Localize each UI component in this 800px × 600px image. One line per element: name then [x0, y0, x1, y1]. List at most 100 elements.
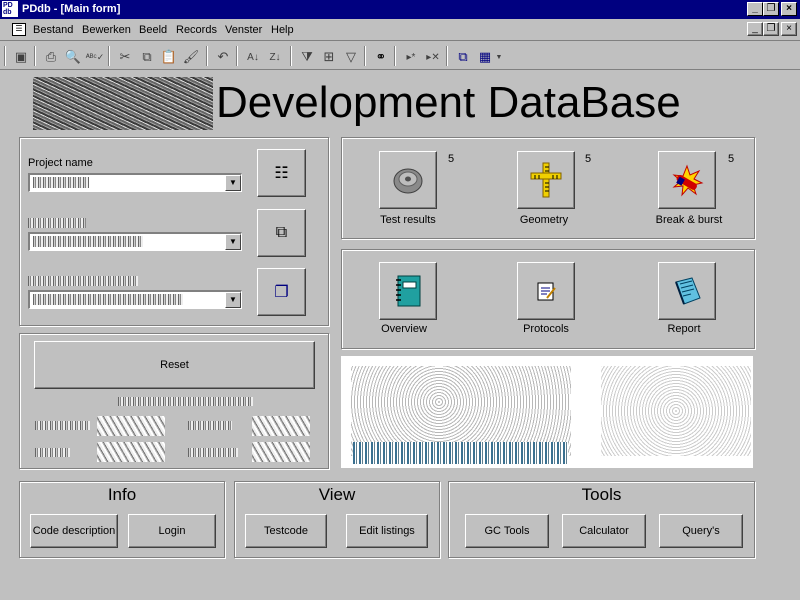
ruler-icon — [530, 162, 562, 198]
filter-by-selection-icon[interactable]: ⧩ — [296, 46, 318, 68]
delete-record-icon[interactable]: ▸✕ — [422, 46, 444, 68]
new-record-icon[interactable]: ▸* — [400, 46, 422, 68]
break-burst-count: 5 — [728, 153, 735, 165]
open-project-button[interactable]: ☷ — [257, 149, 306, 197]
report-button[interactable] — [658, 262, 716, 320]
third-combo[interactable]: ▼ — [28, 290, 242, 309]
menu-records[interactable]: Records — [176, 24, 217, 36]
gc-tools-label: GC Tools — [484, 525, 530, 537]
info-group-title: Info — [107, 485, 137, 504]
redacted-label — [188, 421, 232, 430]
mdi-minimize-button[interactable]: _ — [747, 22, 763, 36]
redacted-caption — [353, 442, 568, 464]
find-binoculars-icon[interactable]: ⚭ — [370, 46, 392, 68]
report-label: Report — [667, 323, 701, 335]
second-combo[interactable]: ▼ — [28, 232, 242, 251]
chevron-down-icon[interactable]: ▼ — [225, 175, 241, 191]
windows-icon: ❐ — [274, 284, 289, 301]
window-title: PDdb - [Main form] — [22, 3, 121, 15]
form-view-icon: ☷ — [274, 165, 289, 182]
protocols-button[interactable] — [517, 262, 575, 320]
testcode-button[interactable]: Testcode — [245, 514, 327, 548]
notebook-icon — [396, 275, 421, 307]
menu-help[interactable]: Help — [271, 24, 294, 36]
format-painter-icon[interactable]: 🖌 — [180, 46, 202, 68]
menu-venster[interactable]: Venster — [225, 24, 262, 36]
windows-button[interactable]: ❐ — [257, 268, 306, 316]
reset-button-label: Reset — [160, 359, 189, 371]
filter-by-form-icon[interactable]: ⊞ — [318, 46, 340, 68]
mdi-restore-button[interactable]: ❐ — [763, 22, 779, 36]
logo-image — [33, 77, 213, 130]
new-object-icon[interactable]: ▦ — [474, 46, 496, 68]
redacted-label — [35, 421, 90, 430]
menu-bestand[interactable]: Bestand — [33, 24, 73, 36]
reset-button[interactable]: Reset — [34, 341, 315, 389]
gc-tools-button[interactable]: GC Tools — [465, 514, 549, 548]
toolbar: ▣ ⎙ 🔍 ᴬᴮᶜ✓ ✂ ⧉ 📋 🖌 ↶ A↓ Z↓ ⧩ ⊞ ▽ ⚭ ▸* ▸✕… — [0, 42, 800, 70]
menu-bewerken[interactable]: Bewerken — [82, 24, 131, 36]
test-results-label: Test results — [380, 214, 436, 226]
save-icon[interactable]: ▣ — [10, 46, 32, 68]
new-object-dropdown-icon[interactable]: ▼ — [494, 46, 504, 68]
undo-icon[interactable]: ↶ — [212, 46, 234, 68]
geometry-button[interactable] — [517, 151, 575, 209]
test-results-button[interactable] — [379, 151, 437, 209]
spelling-icon[interactable]: ᴬᴮᶜ✓ — [84, 46, 106, 68]
edit-listings-label: Edit listings — [359, 525, 415, 537]
login-label: Login — [158, 525, 186, 537]
sort-descending-icon[interactable]: Z↓ — [264, 46, 286, 68]
project-name-combo[interactable]: ▼ — [28, 173, 242, 192]
notepad-icon — [537, 282, 556, 301]
geometry-label: Geometry — [519, 214, 569, 226]
chevron-down-icon[interactable]: ▼ — [225, 234, 241, 250]
redacted-field[interactable] — [97, 442, 165, 462]
redacted-label — [188, 448, 238, 457]
copy-icon[interactable]: ⧉ — [136, 46, 158, 68]
field-label-2 — [28, 218, 86, 228]
copy-records-button[interactable]: ⧉ — [257, 209, 306, 257]
print-preview-icon[interactable]: 🔍 — [62, 46, 84, 68]
title-bar: PD db PDdb - [Main form] _ ❐ × — [0, 0, 800, 19]
third-combo-value — [33, 294, 183, 305]
cut-icon[interactable]: ✂ — [114, 46, 136, 68]
code-description-label: Code description — [32, 525, 116, 537]
project-name-label: Project name — [28, 157, 93, 169]
toolbar-separator — [236, 46, 238, 66]
copy-icon: ⧉ — [275, 224, 288, 241]
toolbar-separator — [290, 46, 292, 66]
calculator-button[interactable]: Calculator — [562, 514, 646, 548]
paste-icon[interactable]: 📋 — [158, 46, 180, 68]
maximize-button[interactable]: ❐ — [763, 2, 779, 16]
protocols-label: Protocols — [523, 323, 569, 335]
redacted-field[interactable] — [252, 442, 310, 462]
minimize-button[interactable]: _ — [747, 2, 763, 16]
login-button[interactable]: Login — [128, 514, 216, 548]
overview-button[interactable] — [379, 262, 437, 320]
menu-beeld[interactable]: Beeld — [139, 24, 167, 36]
redacted-image-panel — [341, 356, 753, 468]
form-icon[interactable]: ☰ — [12, 23, 26, 36]
report-icon — [675, 277, 701, 305]
app-icon[interactable]: PD db — [2, 1, 18, 17]
project-name-value — [33, 177, 89, 188]
chevron-down-icon[interactable]: ▼ — [225, 292, 241, 308]
geometry-count: 5 — [585, 153, 592, 165]
toolbar-separator — [34, 46, 36, 66]
menu-bar: ☰ Bestand Bewerken Beeld Records Venster… — [0, 19, 800, 41]
disc-icon — [393, 168, 423, 194]
apply-filter-icon[interactable]: ▽ — [340, 46, 362, 68]
querys-button[interactable]: Query's — [659, 514, 743, 548]
database-window-icon[interactable]: ⧉ — [452, 46, 474, 68]
redacted-field[interactable] — [97, 416, 165, 436]
close-button[interactable]: × — [781, 2, 797, 16]
toolbar-separator — [446, 46, 448, 66]
redacted-field[interactable] — [252, 416, 310, 436]
overview-label: Overview — [381, 323, 427, 335]
code-description-button[interactable]: Code description — [30, 514, 118, 548]
mdi-close-button[interactable]: × — [781, 22, 797, 36]
break-burst-button[interactable] — [658, 151, 716, 209]
print-icon[interactable]: ⎙ — [40, 46, 62, 68]
edit-listings-button[interactable]: Edit listings — [346, 514, 428, 548]
sort-ascending-icon[interactable]: A↓ — [242, 46, 264, 68]
